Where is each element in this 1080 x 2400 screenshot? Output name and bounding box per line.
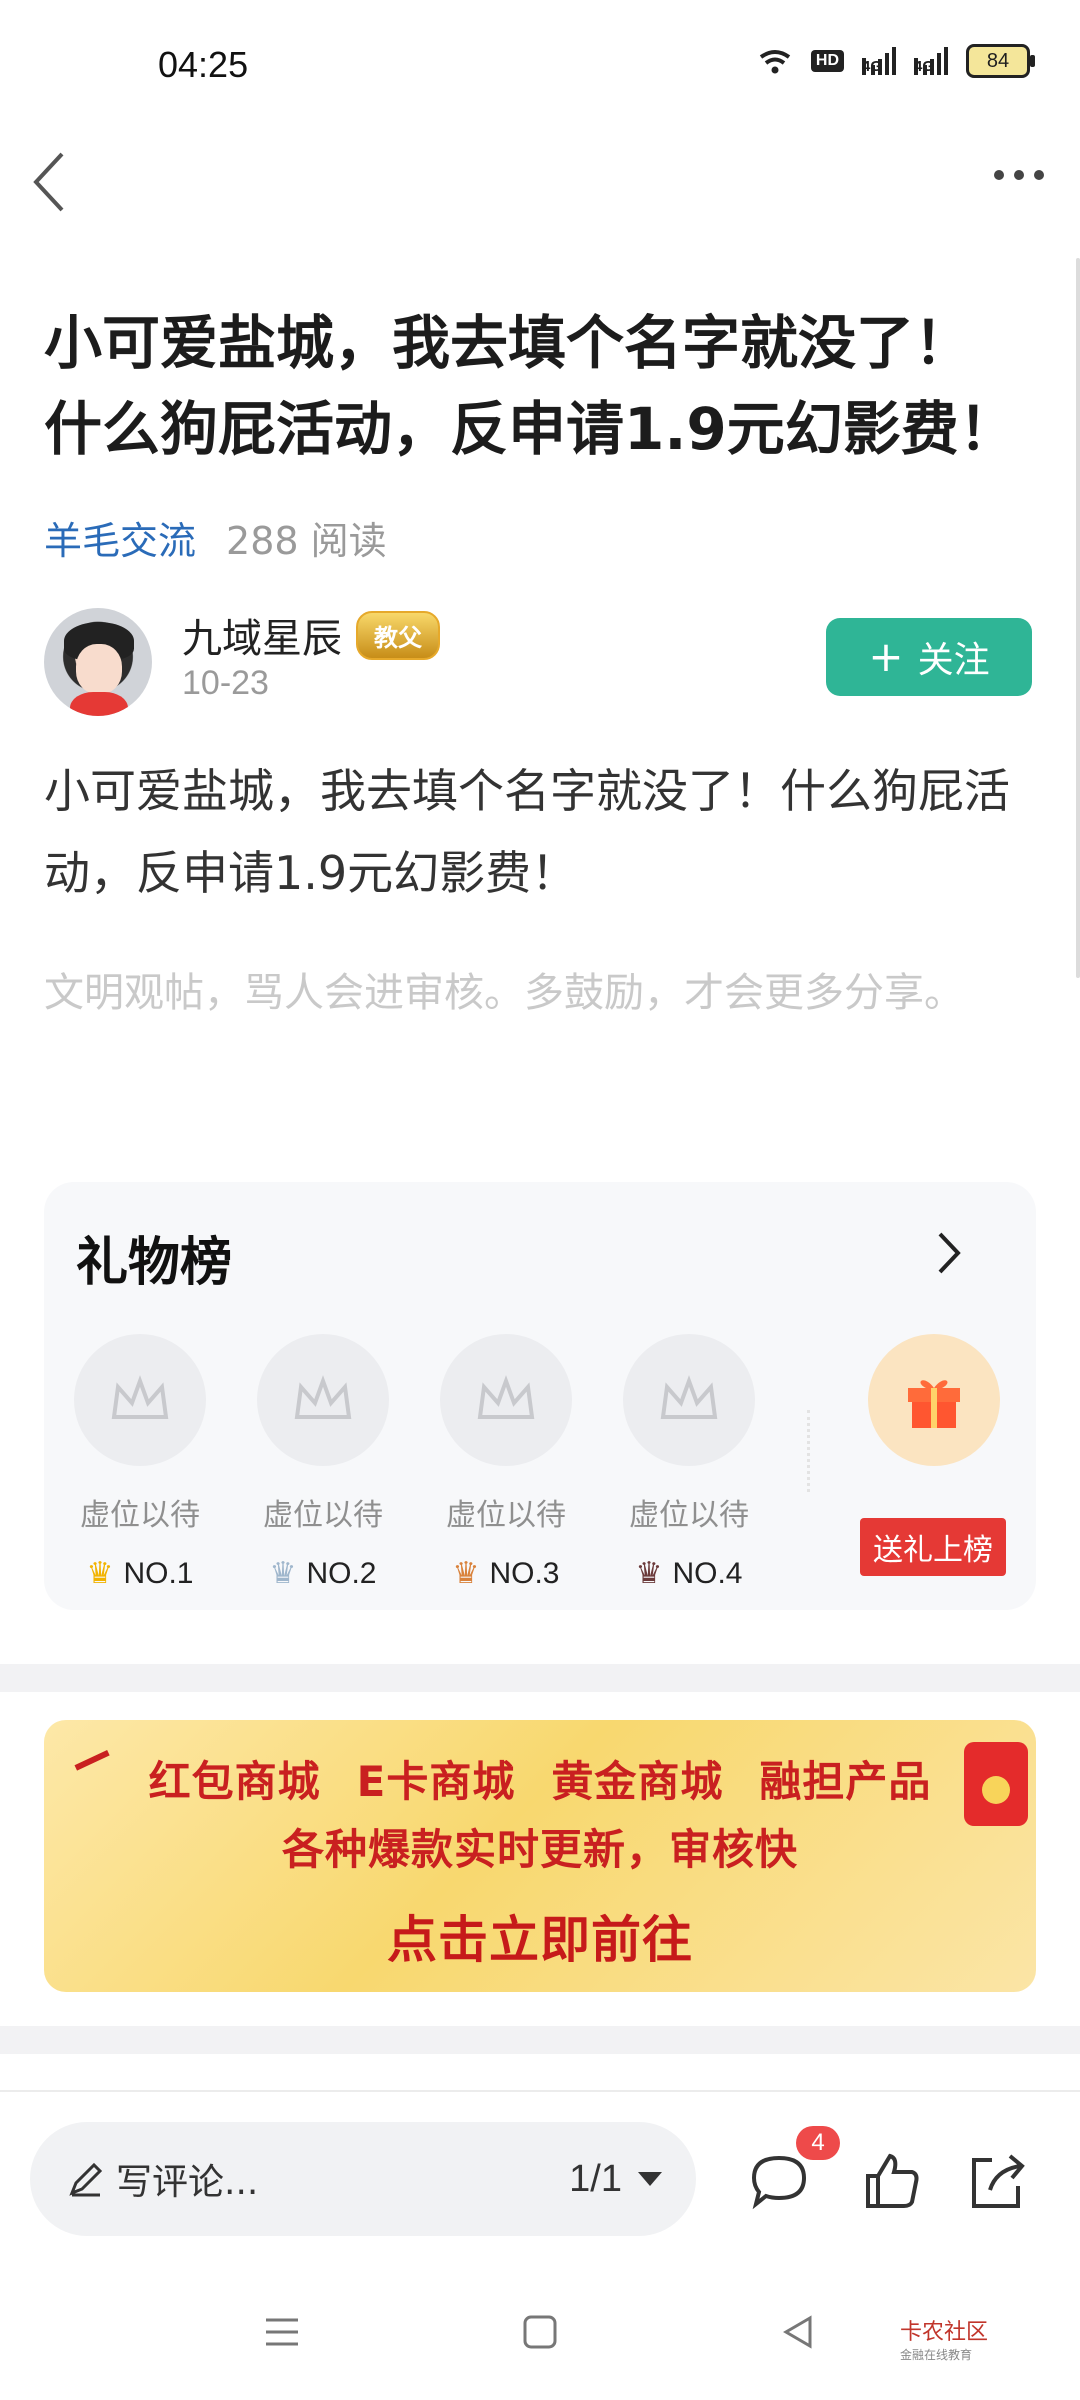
crown-placeholder-icon — [623, 1334, 755, 1466]
send-gift-button[interactable]: 送礼上榜 — [860, 1518, 1006, 1576]
banner-items: 红包商城 E卡商城 黄金商城 融担产品 — [148, 1757, 932, 1806]
watermark: 卡农社区 金融在线教育 — [900, 2314, 988, 2363]
wifi-icon — [759, 50, 791, 74]
gift-box-icon[interactable] — [868, 1334, 1000, 1466]
back-arrow-icon[interactable] — [28, 150, 74, 214]
pen-icon — [69, 2162, 103, 2197]
divider — [0, 2090, 1080, 2092]
plus-icon: + — [868, 632, 904, 681]
battery-icon: 84 — [966, 44, 1035, 78]
section-separator — [0, 1664, 1080, 1692]
dark-crown-icon: ♛ — [635, 1557, 663, 1590]
hd-icon: HD — [810, 50, 844, 72]
gift-board-title: 礼物榜 — [76, 1233, 233, 1293]
promo-banner[interactable]: 红包商城 E卡商城 黄金商城 融担产品 各种爆款实时更新，审核快 点击立即前往 — [44, 1720, 1036, 1992]
more-options-icon[interactable] — [994, 170, 1044, 180]
caret-down-icon[interactable] — [638, 2172, 662, 2186]
section-separator — [0, 2026, 1080, 2054]
status-icons: HD 4G 4G 84 — [757, 44, 1035, 78]
gift-slot-1[interactable]: 虚位以待 ♛ NO.1 — [74, 1334, 206, 1591]
post-date: 10-23 — [182, 664, 269, 702]
thumbs-up-icon[interactable] — [856, 2146, 926, 2216]
avatar[interactable] — [44, 608, 152, 716]
signal-icon-1: 4G — [862, 47, 896, 75]
gift-slot-4[interactable]: 虚位以待 ♛ NO.4 — [623, 1334, 755, 1591]
post-meta: 羊毛交流 288 阅读 — [44, 510, 387, 565]
author-badge: 教父 — [356, 610, 440, 660]
status-time: 04:25 — [158, 44, 249, 85]
silver-crown-icon: ♛ — [269, 1557, 297, 1590]
banner-cta[interactable]: 点击立即前往 — [44, 1900, 1036, 1972]
follow-label: 关注 — [917, 640, 990, 681]
read-count: 288 阅读 — [226, 519, 387, 563]
chevron-right-icon[interactable] — [934, 1228, 964, 1278]
crown-placeholder-icon — [257, 1334, 389, 1466]
back-triangle-icon[interactable] — [778, 2312, 818, 2352]
bronze-crown-icon: ♛ — [452, 1557, 480, 1590]
post-title: 小可爱盐城，我去填个名字就没了！什么狗屁活动，反申请1.9元幻影费！ — [44, 309, 1017, 463]
crown-placeholder-icon — [74, 1334, 206, 1466]
board-link[interactable]: 羊毛交流 — [44, 510, 196, 565]
page-indicator[interactable]: 1/1 — [569, 2158, 622, 2201]
gold-crown-icon: ♛ — [86, 1557, 114, 1590]
comment-placeholder: 写评论... — [116, 2162, 259, 2203]
menu-icon[interactable] — [262, 2312, 302, 2352]
author-info[interactable]: 九域星辰 教父 — [182, 606, 440, 664]
signal-icon-2: 4G — [914, 47, 948, 75]
civility-hint: 文明观帖，骂人会进审核。多鼓励，才会更多分享。 — [44, 970, 964, 1016]
author-name[interactable]: 九域星辰 — [182, 606, 342, 664]
gift-divider — [807, 1410, 810, 1492]
share-icon[interactable] — [962, 2146, 1032, 2216]
post-body: 小可爱盐城，我去填个名字就没了！什么狗屁活动，反申请1.9元幻影费！ — [44, 764, 1010, 900]
home-icon[interactable] — [520, 2312, 560, 2352]
gift-slot-3[interactable]: 虚位以待 ♛ NO.3 — [440, 1334, 572, 1591]
scrollbar[interactable] — [1076, 258, 1080, 978]
watermark-slogan: 金融在线教育 — [900, 2348, 973, 2362]
comment-count-badge: 4 — [796, 2126, 840, 2160]
comment-input[interactable]: 写评论... 1/1 — [30, 2122, 696, 2236]
watermark-name: 卡农社区 — [900, 2320, 989, 2345]
crown-placeholder-icon — [440, 1334, 572, 1466]
follow-button[interactable]: + 关注 — [826, 618, 1032, 696]
banner-subtitle: 各种爆款实时更新，审核快 — [281, 1825, 798, 1874]
gift-slot-2[interactable]: 虚位以待 ♛ NO.2 — [257, 1334, 389, 1591]
